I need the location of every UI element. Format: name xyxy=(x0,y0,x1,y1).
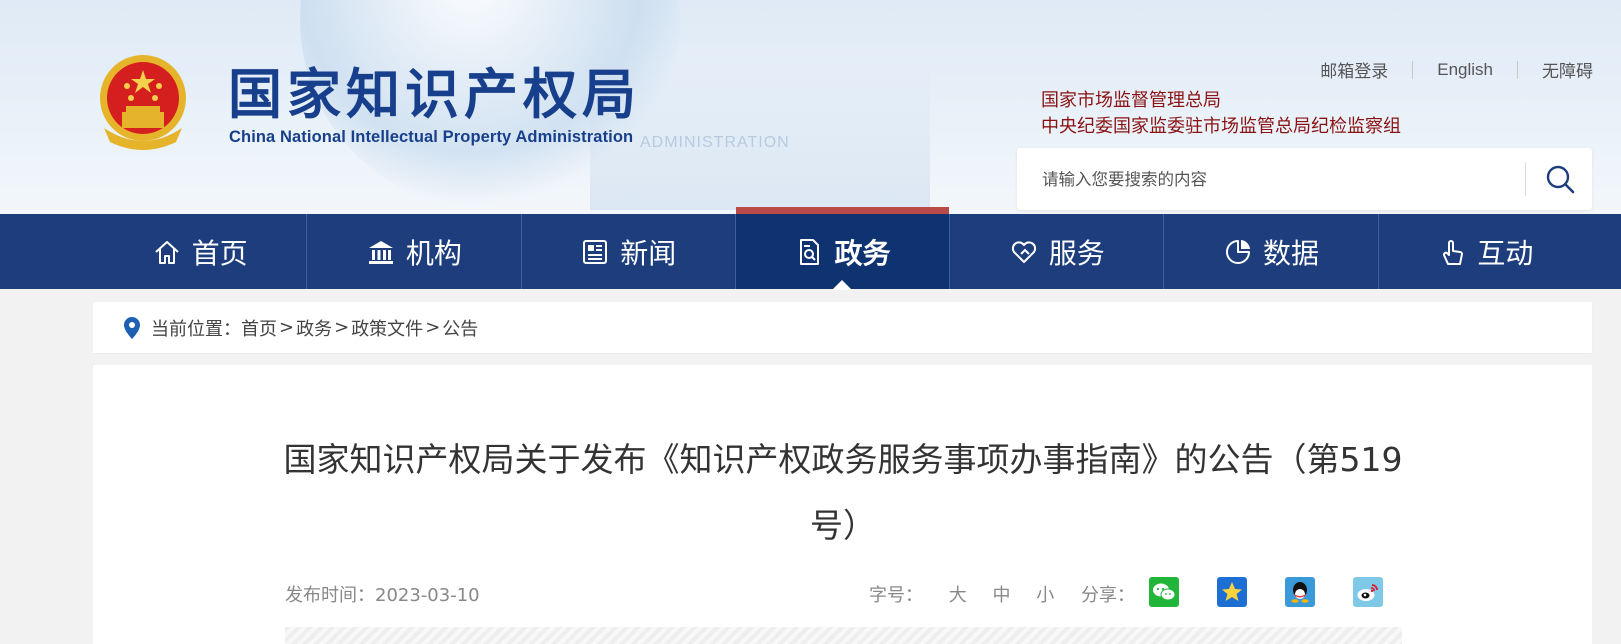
document-icon xyxy=(800,238,820,265)
accessibility-link[interactable]: 无障碍 xyxy=(1542,57,1593,82)
search-icon[interactable] xyxy=(1539,158,1583,200)
home-icon xyxy=(154,240,179,264)
breadcrumb-government-affairs[interactable]: 政务 xyxy=(296,315,332,341)
font-size-large-button[interactable]: 大 xyxy=(949,585,967,606)
font-size-label: 字号： xyxy=(869,585,923,606)
nav-item-label: 互动 xyxy=(1477,236,1534,270)
weibo-share-icon[interactable] xyxy=(1353,577,1383,607)
share-label: 分享： xyxy=(1081,585,1135,606)
breadcrumb: 当前位置： 首页 > 政务 > 政策文件 > 公告 xyxy=(93,302,1592,353)
link-divider xyxy=(1412,60,1414,79)
breadcrumb-separator: > xyxy=(334,317,350,338)
nav-item-interaction[interactable]: 互动 xyxy=(1379,214,1592,289)
national-emblem-logo[interactable] xyxy=(96,54,190,150)
samr-link[interactable]: 国家市场监督管理总局 xyxy=(1041,86,1221,112)
font-size-controls: 字号： 大 中 小 xyxy=(869,581,1054,607)
pointer-hand-icon xyxy=(1443,239,1464,265)
top-links: 邮箱登录 English 无障碍 xyxy=(1320,57,1593,82)
search-box xyxy=(1017,148,1592,210)
site-header: 国家知识产权局 China National Intellectual Prop… xyxy=(0,0,1621,214)
nav-item-home[interactable]: 首页 xyxy=(93,214,308,289)
nav-item-label: 政务 xyxy=(834,236,891,270)
breadcrumb-separator: > xyxy=(425,317,441,338)
breadcrumb-policy-documents[interactable]: 政策文件 xyxy=(351,315,423,341)
search-divider xyxy=(1525,162,1526,196)
breadcrumb-announcement[interactable]: 公告 xyxy=(442,315,478,341)
institution-icon xyxy=(368,240,393,264)
article-meta: 发布时间：2023-03-10 字号： 大 中 小 分享： xyxy=(285,577,1402,607)
nav-item-label: 新闻 xyxy=(620,236,677,270)
site-logo-english[interactable]: China National Intellectual Property Adm… xyxy=(229,128,633,147)
nav-item-news[interactable]: 新闻 xyxy=(522,214,736,289)
link-divider xyxy=(1517,60,1518,79)
nav-item-government-affairs[interactable]: 政务 xyxy=(735,207,951,290)
main-nav: 首页 机构 新闻 政务 服务 数据 互动 xyxy=(0,207,1621,290)
newspaper-icon xyxy=(583,239,608,264)
qzone-share-icon[interactable] xyxy=(1217,577,1247,607)
qq-share-icon[interactable] xyxy=(1285,577,1315,607)
nav-item-label: 数据 xyxy=(1263,236,1320,270)
background-watermark-text: ADMINISTRATION xyxy=(640,134,790,151)
nav-item-label: 首页 xyxy=(191,236,248,270)
nav-item-services[interactable]: 服务 xyxy=(950,214,1165,289)
heart-hand-icon xyxy=(1011,240,1036,263)
pie-chart-icon xyxy=(1226,239,1251,264)
site-logo-chinese[interactable]: 国家知识产权局 xyxy=(228,62,641,126)
nav-item-label: 服务 xyxy=(1048,236,1105,270)
publish-date: 发布时间：2023-03-10 xyxy=(285,585,480,606)
breadcrumb-separator: > xyxy=(279,317,295,338)
font-size-medium-button[interactable]: 中 xyxy=(992,585,1010,606)
english-link[interactable]: English xyxy=(1437,60,1493,80)
font-size-small-button[interactable]: 小 xyxy=(1036,585,1054,606)
nav-item-label: 机构 xyxy=(405,236,462,270)
location-pin-icon xyxy=(124,316,140,339)
nav-item-data[interactable]: 数据 xyxy=(1164,214,1379,289)
divider-pattern xyxy=(285,627,1402,644)
search-input[interactable] xyxy=(1042,163,1502,195)
article-container: 国家知识产权局关于发布《知识产权政务服务事项办事指南》的公告（第519号） 发布… xyxy=(93,365,1592,644)
wechat-share-icon[interactable] xyxy=(1149,577,1179,607)
email-login-link[interactable]: 邮箱登录 xyxy=(1320,57,1388,82)
nav-item-institution[interactable]: 机构 xyxy=(307,214,522,289)
breadcrumb-prefix: 当前位置： xyxy=(151,318,241,340)
article-title: 国家知识产权局关于发布《知识产权政务服务事项办事指南》的公告（第519号） xyxy=(283,440,1403,545)
breadcrumb-home[interactable]: 首页 xyxy=(241,315,277,341)
discipline-inspection-link[interactable]: 中央纪委国家监委驻市场监管总局纪检监察组 xyxy=(1041,112,1401,138)
